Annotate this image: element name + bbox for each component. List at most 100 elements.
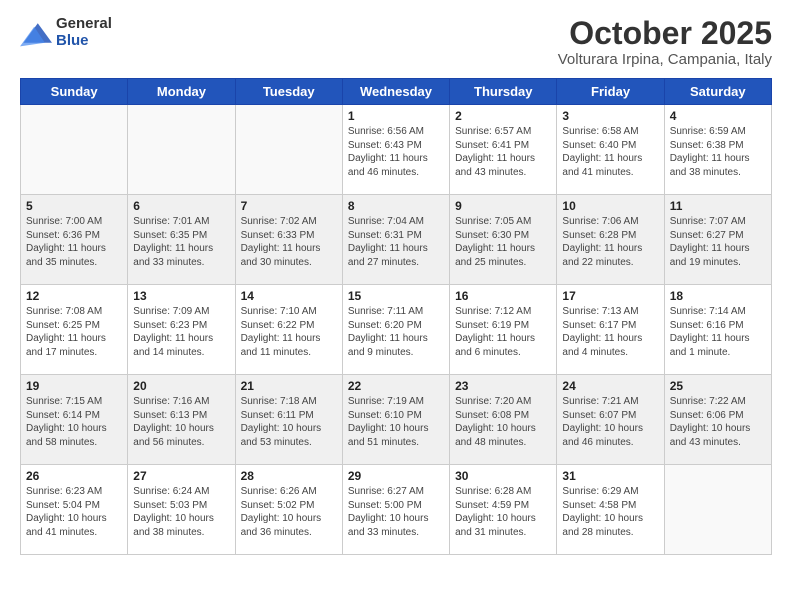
cell-info: Sunrise: 7:07 AM Sunset: 6:27 PM Dayligh… — [670, 215, 766, 269]
calendar-cell: 20Sunrise: 7:16 AM Sunset: 6:13 PM Dayli… — [128, 375, 235, 465]
weekday-header-saturday: Saturday — [664, 79, 771, 105]
cell-info: Sunrise: 7:06 AM Sunset: 6:28 PM Dayligh… — [562, 215, 658, 269]
day-number: 25 — [670, 379, 766, 393]
cell-info: Sunrise: 7:04 AM Sunset: 6:31 PM Dayligh… — [348, 215, 444, 269]
day-number: 2 — [455, 109, 551, 123]
cell-info: Sunrise: 7:00 AM Sunset: 6:36 PM Dayligh… — [26, 215, 122, 269]
page-header: General Blue October 2025 Volturara Irpi… — [20, 16, 772, 68]
cell-info: Sunrise: 7:09 AM Sunset: 6:23 PM Dayligh… — [133, 305, 229, 359]
day-number: 3 — [562, 109, 658, 123]
title-section: October 2025 Volturara Irpina, Campania,… — [558, 16, 772, 68]
calendar-week-3: 12 Sunrise: 7:08 AM Sunset: 6:25 PM Dayli… — [21, 285, 772, 375]
cell-info: Sunrise: 7:21 AM Sunset: 6:07 PM Dayligh… — [562, 395, 658, 449]
day-number: 18 — [670, 289, 766, 303]
calendar-subtitle: Volturara Irpina, Campania, Italy — [558, 51, 772, 68]
calendar-cell: 7 Sunrise: 7:02 AM Sunset: 6:33 PM Daylig… — [235, 195, 342, 285]
cell-info: Sunrise: 6:59 AM Sunset: 6:38 PM Dayligh… — [670, 125, 766, 179]
day-number: 24 — [562, 379, 658, 393]
calendar-cell: 5 Sunrise: 7:00 AM Sunset: 6:36 PM Daylig… — [21, 195, 128, 285]
calendar-cell: 22 Sunrise: 7:19 AM Sunset: 6:10 PM Dayli… — [342, 375, 449, 465]
weekday-header-thursday: Thursday — [450, 79, 557, 105]
cell-info: Sunrise: 7:19 AM Sunset: 6:10 PM Dayligh… — [348, 395, 444, 449]
calendar-cell: 12 Sunrise: 7:08 AM Sunset: 6:25 PM Dayli… — [21, 285, 128, 375]
weekday-header-wednesday: Wednesday — [342, 79, 449, 105]
weekday-header-monday: Monday — [128, 79, 235, 105]
calendar-cell: 13 Sunrise: 7:09 AM Sunset: 6:23 PM Dayli… — [128, 285, 235, 375]
calendar-week-2: 5 Sunrise: 7:00 AM Sunset: 6:36 PM Daylig… — [21, 195, 772, 285]
cell-info: Sunrise: 7:02 AM Sunset: 6:33 PM Dayligh… — [241, 215, 337, 269]
day-number: 16 — [455, 289, 551, 303]
day-number: 12 — [26, 289, 122, 303]
day-number: 23 — [455, 379, 551, 393]
calendar-cell: 29 Sunrise: 6:27 AM Sunset: 5:00 PM Dayli… — [342, 465, 449, 555]
cell-info: Sunrise: 7:10 AM Sunset: 6:22 PM Dayligh… — [241, 305, 337, 359]
logo-blue-text: Blue — [56, 33, 112, 50]
day-number: 7 — [241, 199, 337, 213]
weekday-header-tuesday: Tuesday — [235, 79, 342, 105]
weekday-header-sunday: Sunday — [21, 79, 128, 105]
cell-info: Sunrise: 6:28 AM Sunset: 4:59 PM Dayligh… — [455, 485, 551, 539]
day-number: 31 — [562, 469, 658, 483]
calendar-week-5: 26 Sunrise: 6:23 AM Sunset: 5:04 PM Dayli… — [21, 465, 772, 555]
calendar-cell — [128, 105, 235, 195]
calendar-cell: 17 Sunrise: 7:13 AM Sunset: 6:17 PM Dayli… — [557, 285, 664, 375]
day-number: 27 — [133, 469, 229, 483]
logo-text: General Blue — [56, 16, 112, 49]
calendar-cell: 6Sunrise: 7:01 AM Sunset: 6:35 PM Daylig… — [128, 195, 235, 285]
cell-info: Sunrise: 7:12 AM Sunset: 6:19 PM Dayligh… — [455, 305, 551, 359]
day-number: 15 — [348, 289, 444, 303]
cell-info: Sunrise: 7:14 AM Sunset: 6:16 PM Dayligh… — [670, 305, 766, 359]
day-number: 22 — [348, 379, 444, 393]
calendar-cell: 11 Sunrise: 7:07 AM Sunset: 6:27 PM Dayli… — [664, 195, 771, 285]
cell-info: Sunrise: 6:27 AM Sunset: 5:00 PM Dayligh… — [348, 485, 444, 539]
calendar-cell: 23 Sunrise: 7:20 AM Sunset: 6:08 PM Dayli… — [450, 375, 557, 465]
day-number: 30 — [455, 469, 551, 483]
logo-icon — [20, 19, 52, 47]
cell-info: Sunrise: 7:08 AM Sunset: 6:25 PM Dayligh… — [26, 305, 122, 359]
cell-info: Sunrise: 7:13 AM Sunset: 6:17 PM Dayligh… — [562, 305, 658, 359]
cell-info: Sunrise: 6:57 AM Sunset: 6:41 PM Dayligh… — [455, 125, 551, 179]
day-number: 8 — [348, 199, 444, 213]
day-number: 14 — [241, 289, 337, 303]
calendar-cell: 24 Sunrise: 7:21 AM Sunset: 6:07 PM Dayli… — [557, 375, 664, 465]
day-number: 11 — [670, 199, 766, 213]
calendar-cell: 21 Sunrise: 7:18 AM Sunset: 6:11 PM Dayli… — [235, 375, 342, 465]
calendar-week-4: 19 Sunrise: 7:15 AM Sunset: 6:14 PM Dayli… — [21, 375, 772, 465]
day-number: 10 — [562, 199, 658, 213]
logo-general-text: General — [56, 16, 112, 33]
cell-info: Sunrise: 6:29 AM Sunset: 4:58 PM Dayligh… — [562, 485, 658, 539]
cell-info: Sunrise: 7:20 AM Sunset: 6:08 PM Dayligh… — [455, 395, 551, 449]
cell-info: Sunrise: 7:22 AM Sunset: 6:06 PM Dayligh… — [670, 395, 766, 449]
calendar-cell: 10 Sunrise: 7:06 AM Sunset: 6:28 PM Dayli… — [557, 195, 664, 285]
calendar-cell: 27 Sunrise: 6:24 AM Sunset: 5:03 PM Dayli… — [128, 465, 235, 555]
cell-info: Sunrise: 7:15 AM Sunset: 6:14 PM Dayligh… — [26, 395, 122, 449]
day-number: 21 — [241, 379, 337, 393]
day-number: 5 — [26, 199, 122, 213]
calendar-cell: 15Sunrise: 7:11 AM Sunset: 6:20 PM Dayli… — [342, 285, 449, 375]
cell-info: Sunrise: 6:24 AM Sunset: 5:03 PM Dayligh… — [133, 485, 229, 539]
calendar-body: 1Sunrise: 6:56 AM Sunset: 6:43 PM Daylig… — [21, 105, 772, 555]
calendar-cell: 18 Sunrise: 7:14 AM Sunset: 6:16 PM Dayli… — [664, 285, 771, 375]
calendar-cell: 14 Sunrise: 7:10 AM Sunset: 6:22 PM Dayli… — [235, 285, 342, 375]
cell-info: Sunrise: 7:18 AM Sunset: 6:11 PM Dayligh… — [241, 395, 337, 449]
day-number: 19 — [26, 379, 122, 393]
calendar-cell: 25 Sunrise: 7:22 AM Sunset: 6:06 PM Dayli… — [664, 375, 771, 465]
day-number: 29 — [348, 469, 444, 483]
calendar-table: SundayMondayTuesdayWednesdayThursdayFrid… — [20, 78, 772, 555]
day-number: 26 — [26, 469, 122, 483]
cell-info: Sunrise: 7:16 AM Sunset: 6:13 PM Dayligh… — [133, 395, 229, 449]
calendar-cell: 30 Sunrise: 6:28 AM Sunset: 4:59 PM Dayli… — [450, 465, 557, 555]
calendar-cell — [235, 105, 342, 195]
calendar-cell: 9Sunrise: 7:05 AM Sunset: 6:30 PM Daylig… — [450, 195, 557, 285]
calendar-cell: 1Sunrise: 6:56 AM Sunset: 6:43 PM Daylig… — [342, 105, 449, 195]
day-number: 4 — [670, 109, 766, 123]
cell-info: Sunrise: 6:23 AM Sunset: 5:04 PM Dayligh… — [26, 485, 122, 539]
cell-info: Sunrise: 6:58 AM Sunset: 6:40 PM Dayligh… — [562, 125, 658, 179]
day-number: 1 — [348, 109, 444, 123]
day-number: 17 — [562, 289, 658, 303]
calendar-cell: 4 Sunrise: 6:59 AM Sunset: 6:38 PM Daylig… — [664, 105, 771, 195]
cell-info: Sunrise: 6:26 AM Sunset: 5:02 PM Dayligh… — [241, 485, 337, 539]
calendar-cell — [21, 105, 128, 195]
logo: General Blue — [20, 16, 112, 49]
day-number: 13 — [133, 289, 229, 303]
